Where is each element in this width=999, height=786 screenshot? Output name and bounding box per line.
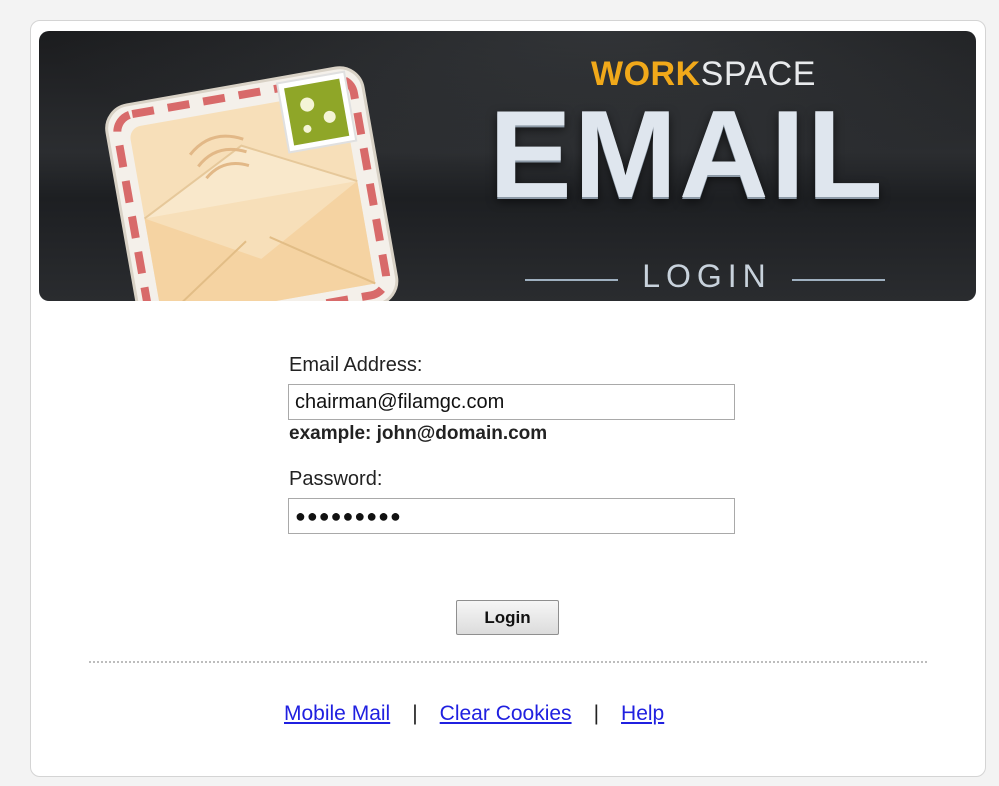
brand-login-line-left — [525, 279, 618, 281]
link-separator: | — [593, 702, 600, 725]
footer-links: Mobile Mail | Clear Cookies | Help — [284, 702, 664, 726]
email-example-hint: example: john@domain.com — [289, 423, 548, 444]
help-link[interactable]: Help — [621, 702, 664, 725]
password-field[interactable]: ●●●●●●●●● — [288, 498, 735, 534]
brand-email-title: EMAIL — [489, 86, 885, 224]
link-separator: | — [412, 702, 418, 725]
brand-login-row: LOGIN — [525, 258, 885, 298]
brand-login-line-right — [792, 279, 885, 281]
email-field[interactable] — [288, 384, 735, 420]
clear-cookies-link[interactable]: Clear Cookies — [440, 702, 572, 725]
login-button[interactable]: Login — [456, 600, 559, 635]
envelope-logo-icon — [105, 66, 399, 301]
footer-divider — [89, 661, 927, 663]
brand-login-text: LOGIN — [642, 258, 772, 294]
email-address-label: Email Address: — [289, 354, 423, 376]
password-label: Password: — [289, 468, 383, 490]
mobile-mail-link[interactable]: Mobile Mail — [284, 702, 390, 725]
header-banner: WORKSPACE EMAIL LOGIN — [39, 31, 976, 301]
